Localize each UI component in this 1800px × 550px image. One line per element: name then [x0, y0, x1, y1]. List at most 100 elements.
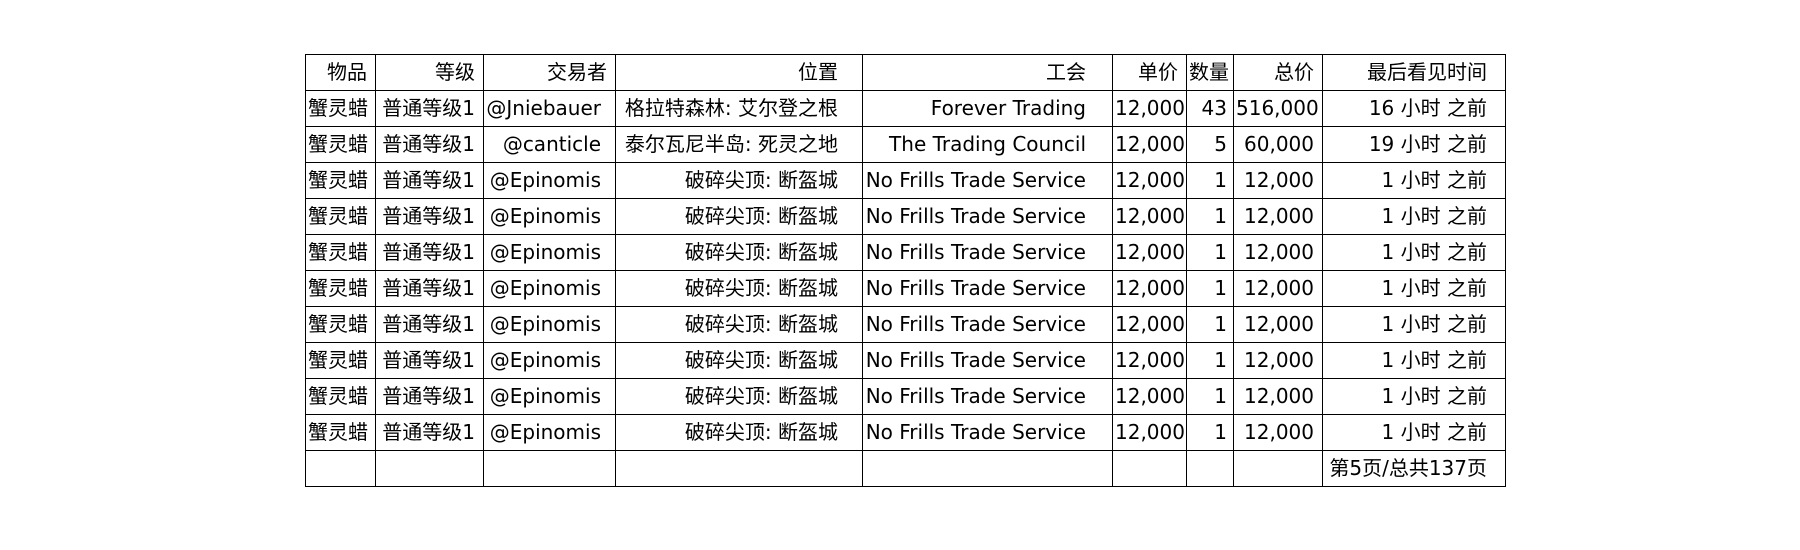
cell-trader: @canticle [483, 126, 616, 163]
footer-empty-cell [305, 450, 376, 487]
cell-grade: 普通等级1 [375, 378, 484, 415]
table-row: 蟹灵蜡 普通等级1 @canticle 泰尔瓦尼半岛: 死灵之地 The Trading… [305, 126, 1506, 163]
cell-item: 蟹灵蜡 [305, 90, 376, 127]
table-row: 蟹灵蜡 普通等级1 @Epinomis 破碎尖顶: 断盔城 No Frills Trad… [305, 378, 1506, 415]
cell-trader: @Epinomis [483, 270, 616, 307]
listings-table-container: 物品 等级 交易者 位置 工会 单价 数量 总价 最后看见时间 蟹灵蜡 普通等级1… [305, 54, 1506, 487]
table-row: 蟹灵蜡 普通等级1 @Epinomis 破碎尖顶: 断盔城 No Frills Trad… [305, 234, 1506, 271]
cell-quantity: 1 [1186, 198, 1234, 235]
cell-total-price: 60,000 [1233, 126, 1323, 163]
cell-unit-price: 12,000 [1112, 234, 1187, 271]
cell-last-seen: 1 小时 之前 [1322, 162, 1506, 199]
cell-unit-price: 12,000 [1112, 90, 1187, 127]
cell-last-seen: 19 小时 之前 [1322, 126, 1506, 163]
cell-grade: 普通等级1 [375, 234, 484, 271]
cell-grade: 普通等级1 [375, 306, 484, 343]
cell-unit-price: 12,000 [1112, 126, 1187, 163]
cell-item: 蟹灵蜡 [305, 162, 376, 199]
pagination-label: 第5页/总共137页 [1322, 450, 1506, 487]
footer-row: 第5页/总共137页 [305, 450, 1506, 487]
cell-unit-price: 12,000 [1112, 414, 1187, 451]
cell-total-price: 12,000 [1233, 414, 1323, 451]
cell-item: 蟹灵蜡 [305, 198, 376, 235]
cell-location: 破碎尖顶: 断盔城 [615, 378, 863, 415]
cell-quantity: 5 [1186, 126, 1234, 163]
cell-item: 蟹灵蜡 [305, 306, 376, 343]
header-row: 物品 等级 交易者 位置 工会 单价 数量 总价 最后看见时间 [305, 54, 1506, 91]
footer-empty-cell [375, 450, 484, 487]
cell-unit-price: 12,000 [1112, 162, 1187, 199]
header-guild: 工会 [862, 54, 1113, 91]
cell-last-seen: 1 小时 之前 [1322, 342, 1506, 379]
cell-trader: @Epinomis [483, 162, 616, 199]
header-item: 物品 [305, 54, 376, 91]
cell-item: 蟹灵蜡 [305, 414, 376, 451]
cell-grade: 普通等级1 [375, 162, 484, 199]
footer-empty-cell [1233, 450, 1323, 487]
cell-grade: 普通等级1 [375, 198, 484, 235]
header-unit-price: 单价 [1112, 54, 1187, 91]
table-row: 蟹灵蜡 普通等级1 @Epinomis 破碎尖顶: 断盔城 No Frills Trad… [305, 342, 1506, 379]
cell-trader: @Epinomis [483, 198, 616, 235]
footer-empty-cell [483, 450, 616, 487]
cell-quantity: 1 [1186, 378, 1234, 415]
table-row: 蟹灵蜡 普通等级1 @Epinomis 破碎尖顶: 断盔城 No Frills Trad… [305, 270, 1506, 307]
cell-guild: No Frills Trade Service [862, 414, 1113, 451]
table-row: 蟹灵蜡 普通等级1 @Epinomis 破碎尖顶: 断盔城 No Frills Trad… [305, 162, 1506, 199]
footer-empty-cell [1112, 450, 1187, 487]
cell-guild: No Frills Trade Service [862, 342, 1113, 379]
cell-location: 破碎尖顶: 断盔城 [615, 234, 863, 271]
cell-trader: @Jniebauer [483, 90, 616, 127]
cell-location: 破碎尖顶: 断盔城 [615, 162, 863, 199]
cell-guild: No Frills Trade Service [862, 162, 1113, 199]
cell-quantity: 1 [1186, 234, 1234, 271]
cell-total-price: 12,000 [1233, 162, 1323, 199]
cell-unit-price: 12,000 [1112, 306, 1187, 343]
cell-total-price: 12,000 [1233, 306, 1323, 343]
cell-unit-price: 12,000 [1112, 270, 1187, 307]
cell-grade: 普通等级1 [375, 126, 484, 163]
cell-trader: @Epinomis [483, 342, 616, 379]
cell-location: 破碎尖顶: 断盔城 [615, 198, 863, 235]
cell-guild: No Frills Trade Service [862, 270, 1113, 307]
cell-location: 破碎尖顶: 断盔城 [615, 270, 863, 307]
header-location: 位置 [615, 54, 863, 91]
cell-item: 蟹灵蜡 [305, 126, 376, 163]
table-body: 蟹灵蜡 普通等级1 @Jniebauer 格拉特森林: 艾尔登之根 Forever Tr… [305, 90, 1506, 451]
cell-total-price: 12,000 [1233, 270, 1323, 307]
cell-last-seen: 1 小时 之前 [1322, 198, 1506, 235]
cell-guild: No Frills Trade Service [862, 378, 1113, 415]
footer-empty-cell [1186, 450, 1234, 487]
cell-quantity: 43 [1186, 90, 1234, 127]
cell-unit-price: 12,000 [1112, 198, 1187, 235]
cell-guild: No Frills Trade Service [862, 234, 1113, 271]
table-row: 蟹灵蜡 普通等级1 @Epinomis 破碎尖顶: 断盔城 No Frills Trad… [305, 306, 1506, 343]
cell-unit-price: 12,000 [1112, 342, 1187, 379]
header-quantity: 数量 [1186, 54, 1234, 91]
cell-total-price: 12,000 [1233, 198, 1323, 235]
cell-last-seen: 1 小时 之前 [1322, 234, 1506, 271]
cell-guild: No Frills Trade Service [862, 198, 1113, 235]
cell-location: 格拉特森林: 艾尔登之根 [615, 90, 863, 127]
cell-trader: @Epinomis [483, 414, 616, 451]
cell-total-price: 12,000 [1233, 378, 1323, 415]
cell-guild: The Trading Council [862, 126, 1113, 163]
cell-location: 泰尔瓦尼半岛: 死灵之地 [615, 126, 863, 163]
cell-trader: @Epinomis [483, 378, 616, 415]
cell-total-price: 516,000 [1233, 90, 1323, 127]
header-total-price: 总价 [1233, 54, 1323, 91]
cell-item: 蟹灵蜡 [305, 234, 376, 271]
cell-quantity: 1 [1186, 270, 1234, 307]
cell-total-price: 12,000 [1233, 234, 1323, 271]
cell-grade: 普通等级1 [375, 90, 484, 127]
cell-last-seen: 1 小时 之前 [1322, 306, 1506, 343]
cell-grade: 普通等级1 [375, 270, 484, 307]
table-row: 蟹灵蜡 普通等级1 @Epinomis 破碎尖顶: 断盔城 No Frills Trad… [305, 414, 1506, 451]
cell-quantity: 1 [1186, 342, 1234, 379]
cell-last-seen: 1 小时 之前 [1322, 270, 1506, 307]
cell-grade: 普通等级1 [375, 414, 484, 451]
table-row: 蟹灵蜡 普通等级1 @Jniebauer 格拉特森林: 艾尔登之根 Forever Tr… [305, 90, 1506, 127]
cell-location: 破碎尖顶: 断盔城 [615, 342, 863, 379]
cell-quantity: 1 [1186, 306, 1234, 343]
footer-empty-cell [615, 450, 863, 487]
